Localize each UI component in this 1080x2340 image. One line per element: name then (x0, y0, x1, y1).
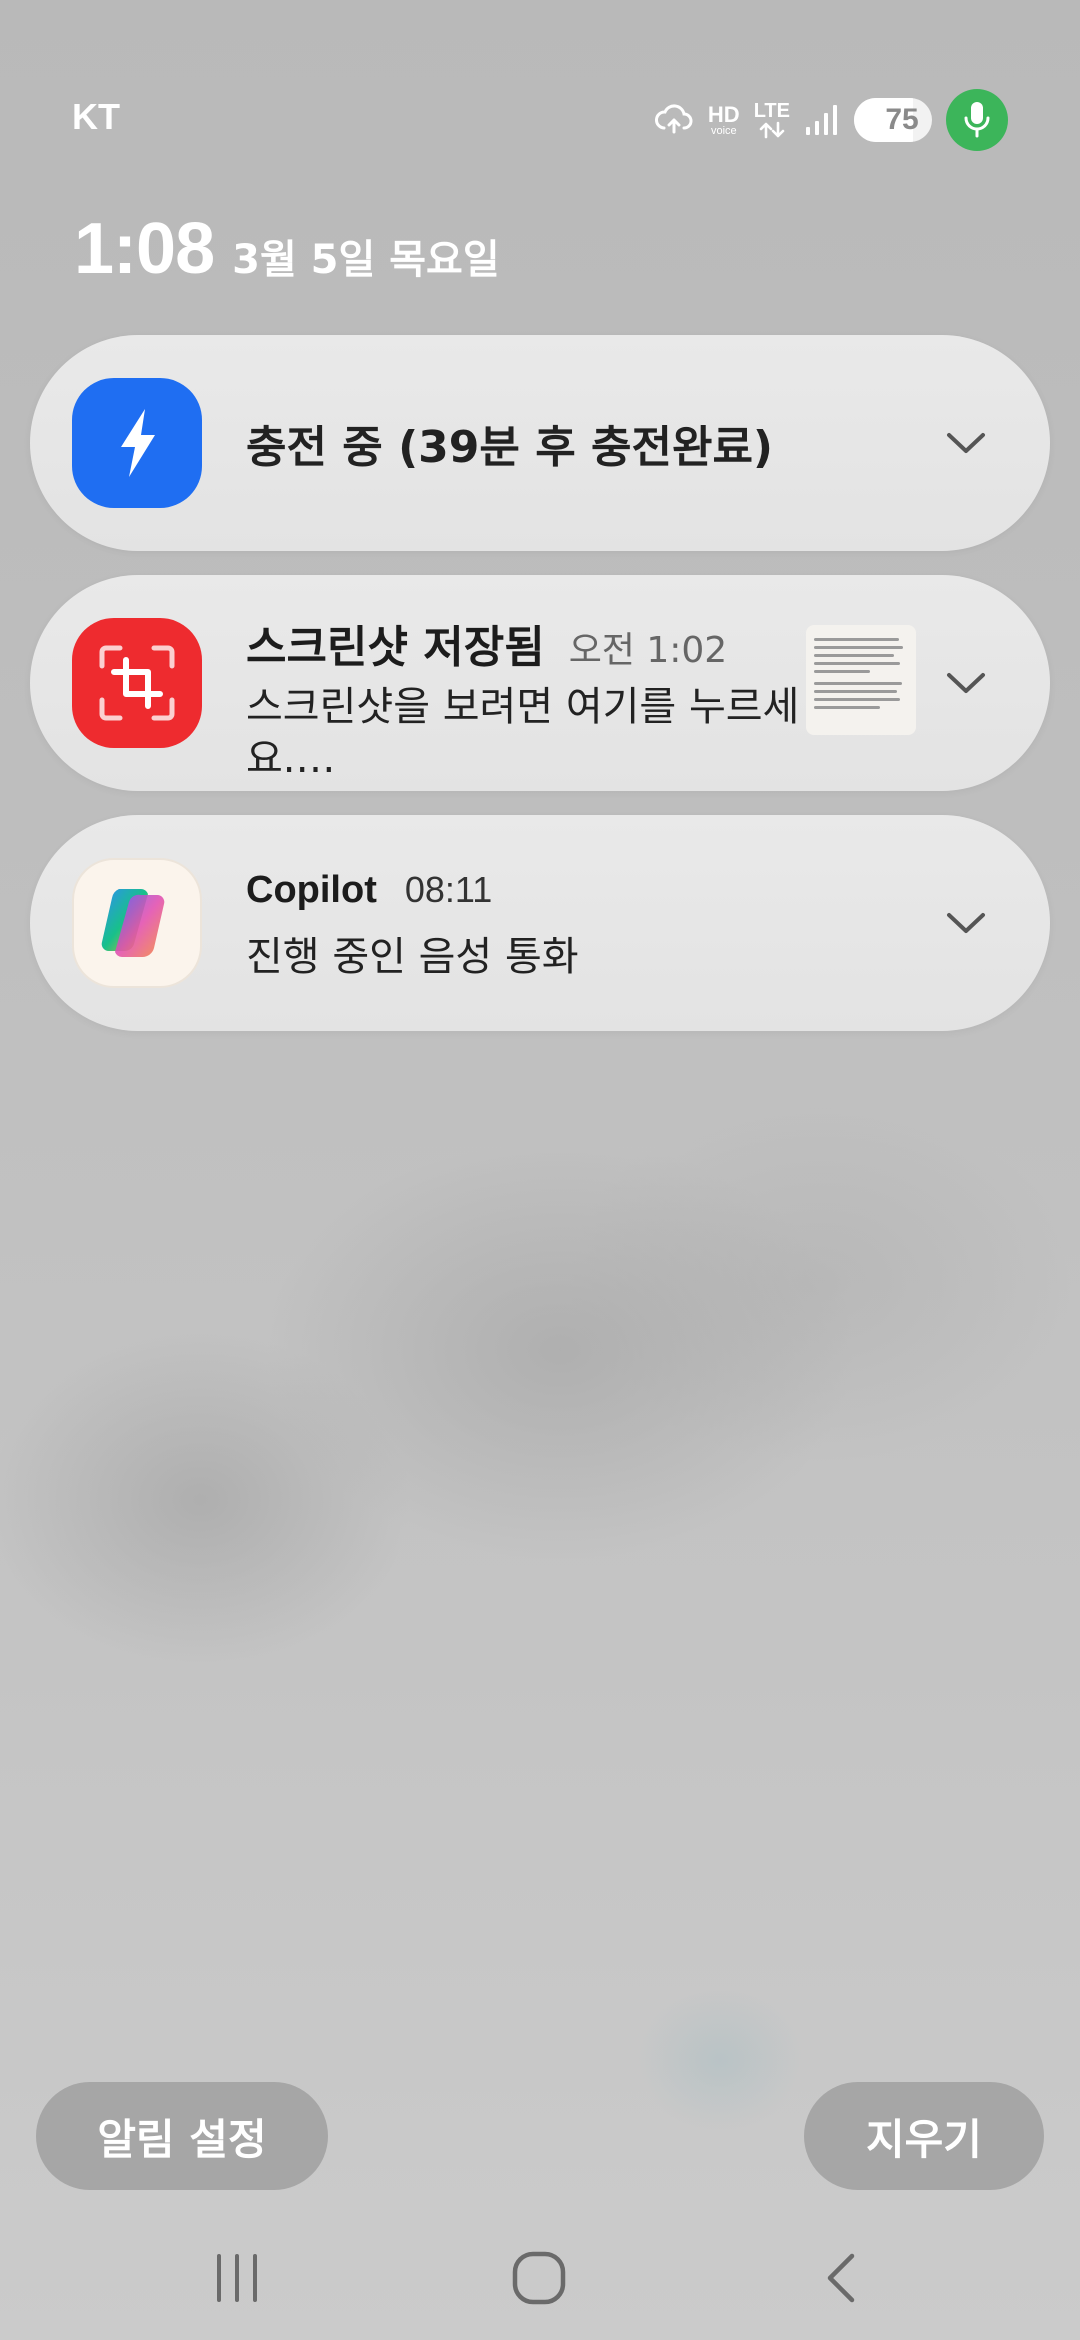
screenshot-icon (72, 618, 202, 748)
notification-settings-button[interactable]: 알림 설정 (36, 2082, 328, 2190)
notification-title: 스크린샷 저장됨 (246, 622, 545, 673)
status-bar: KT HD voice LTE 75 (0, 0, 1080, 240)
notification-charging[interactable]: 충전 중 (39분 후 충전완료) (30, 335, 1050, 551)
chevron-down-icon[interactable] (942, 899, 990, 947)
hd-voice-icon: HD voice (707, 101, 740, 137)
notification-title: 충전 중 (39분 후 충전완료) (246, 422, 774, 473)
battery-level: 75 (885, 103, 919, 136)
notification-screenshot[interactable]: 스크린샷 저장됨 오전 1:02 스크린샷을 보려면 여기를 누르세요.… (30, 575, 1050, 791)
notification-content: 스크린샷 저장됨 오전 1:02 스크린샷을 보려면 여기를 누르세요.… (246, 611, 806, 785)
copilot-icon (72, 858, 202, 988)
recent-apps-icon[interactable] (192, 2238, 282, 2318)
hd-sub-label: voice (710, 124, 737, 137)
clear-button[interactable]: 지우기 (804, 2082, 1044, 2190)
mic-icon[interactable] (946, 89, 1008, 151)
chevron-down-icon[interactable] (942, 659, 990, 707)
navigation-bar (0, 2216, 1080, 2340)
clock[interactable]: 1:08 (74, 208, 215, 290)
signal-icon (804, 103, 840, 137)
clock-date-row: 1:08 3월 5일 목요일 (74, 208, 500, 290)
notification-content: Copilot 08:11 진행 중인 음성 통화 (246, 869, 579, 982)
notification-app-name: Copilot (246, 869, 377, 911)
chevron-down-icon[interactable] (942, 419, 990, 467)
notification-time: 오전 1:02 (568, 630, 728, 671)
charging-bolt-icon (72, 378, 202, 508)
hd-label: HD (707, 101, 740, 127)
screenshot-thumbnail[interactable] (806, 625, 916, 735)
notification-time: 08:11 (404, 869, 493, 910)
lte-label: LTE (753, 100, 790, 122)
notification-body: 스크린샷을 보려면 여기를 누르세요.… (246, 684, 800, 782)
home-icon[interactable] (494, 2238, 584, 2318)
notification-copilot[interactable]: Copilot 08:11 진행 중인 음성 통화 (30, 815, 1050, 1031)
cloud-sync-icon (654, 102, 694, 138)
back-icon[interactable] (798, 2238, 888, 2318)
lte-icon: LTE (754, 101, 790, 139)
date[interactable]: 3월 5일 목요일 (232, 227, 500, 285)
status-icons: HD voice LTE 75 (654, 89, 1008, 151)
notification-body: 진행 중인 음성 통화 (246, 934, 579, 980)
carrier-label: KT (72, 96, 120, 137)
battery-charging-icon: 75 (854, 98, 932, 142)
